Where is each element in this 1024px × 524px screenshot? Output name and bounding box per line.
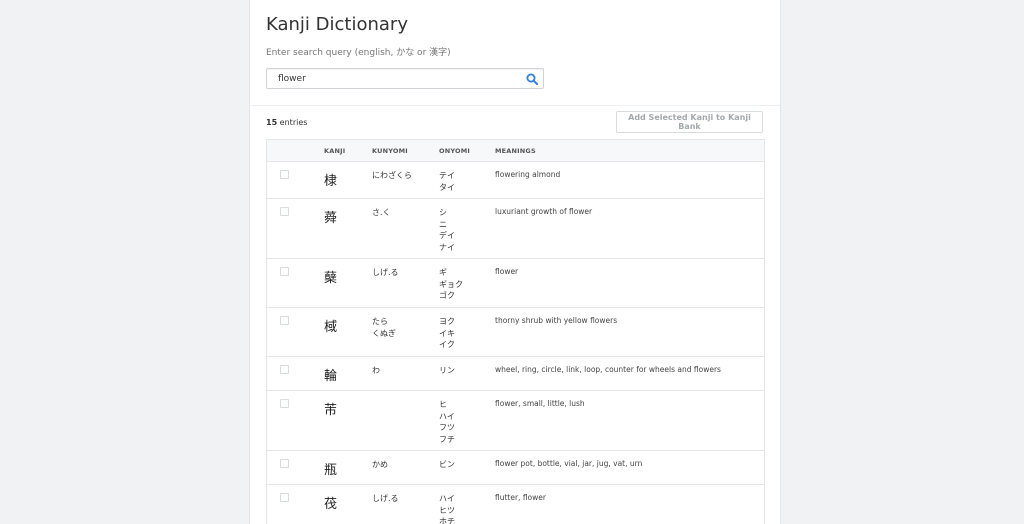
meanings-cell: flutter, flower (495, 493, 546, 502)
onyomi-cell: ヨク イキ イク (439, 316, 455, 351)
section-divider (250, 105, 780, 106)
table-row[interactable]: 茷 しげ.る ハイヒツホチ flutter, flower (267, 485, 764, 524)
search-hint: Enter search query (english, かな or 漢字) (266, 48, 451, 58)
kunyomi-reading: わ (372, 366, 380, 375)
table-header: KANJI KUNYOMI ONYOMI MEANINGS (267, 140, 764, 162)
search-box (266, 68, 544, 89)
entries-label: entries (277, 118, 308, 127)
column-header-onyomi[interactable]: ONYOMI (439, 147, 470, 155)
onyomi-reading: タイ (439, 182, 455, 192)
table-row[interactable]: 棫 たらくぬぎ ヨクイキイク thorny shrub with yellow flo… (267, 308, 764, 357)
meanings-cell: wheel, ring, circle, link, loop, counter… (495, 365, 721, 374)
kunyomi-reading: さ.く (372, 208, 391, 217)
onyomi-reading: シ (439, 208, 447, 217)
table-row[interactable]: 蘖 しげ.る ギギョクゴク flower (267, 259, 764, 308)
column-header-meanings[interactable]: MEANINGS (495, 147, 536, 155)
onyomi-reading: フツ (439, 423, 455, 432)
add-to-kanji-bank-button[interactable]: Add Selected Kanji to Kanji Bank (616, 111, 763, 133)
table-row[interactable]: 棣 にわざくら テイタイ flowering almond (267, 162, 764, 199)
kunyomi-reading: にわざくら (372, 171, 412, 180)
onyomi-reading: イキ (439, 328, 455, 338)
kunyomi-reading: しげ.る (372, 494, 399, 503)
kunyomi-reading: たら (372, 317, 388, 326)
kanji-character[interactable]: 芾 (324, 399, 337, 418)
table-row[interactable]: 瓶 かめ ビン flower pot, bottle, vial, jar, jug,… (267, 451, 764, 485)
onyomi-cell: ヒハイ フツ フチ (439, 399, 455, 445)
kunyomi-cell: にわざくら (372, 170, 412, 182)
kunyomi-cell: さ.く (372, 207, 391, 219)
kanji-character[interactable]: 蕣 (324, 207, 337, 226)
meanings-cell: flowering almond (495, 170, 561, 179)
onyomi-reading: デイ (439, 231, 455, 240)
search-input[interactable] (267, 69, 517, 88)
row-select-checkbox[interactable] (280, 207, 289, 216)
kanji-character[interactable]: 瓶 (324, 459, 337, 478)
table-row[interactable]: 芾 ヒハイフツフチ flower, small, little, lush (267, 391, 764, 451)
entries-count: 15 entries (266, 118, 307, 127)
meanings-cell: flower (495, 267, 519, 276)
onyomi-reading: ゴク (439, 291, 455, 300)
onyomi-reading: ハイ (439, 494, 455, 503)
kanji-character[interactable]: 輪 (324, 365, 337, 384)
onyomi-reading: フチ (439, 434, 455, 444)
kunyomi-reading: しげ.る (372, 268, 399, 277)
onyomi-cell: ハイ ヒツ ホチ (439, 493, 455, 524)
onyomi-reading: ヨク (439, 317, 455, 326)
row-select-checkbox[interactable] (280, 399, 289, 408)
meanings-cell: luxuriant growth of flower (495, 207, 593, 216)
search-button[interactable] (524, 71, 540, 87)
row-select-checkbox[interactable] (280, 267, 289, 276)
onyomi-reading: ヒツ (439, 505, 455, 515)
onyomi-reading: リン (439, 366, 455, 375)
onyomi-reading: ナイ (439, 242, 455, 252)
kanji-character[interactable]: 蘖 (324, 267, 337, 286)
onyomi-reading: ヒ (439, 400, 447, 409)
onyomi-cell: リン (439, 365, 455, 377)
entries-number: 15 (266, 118, 278, 127)
table-row[interactable]: 蕣 さ.く シニデイナイ luxuriant growth of flower (267, 199, 764, 259)
page-title: Kanji Dictionary (266, 14, 408, 35)
meanings-cell: flower pot, bottle, vial, jar, jug, vat,… (495, 459, 643, 468)
onyomi-cell: テイ タイ (439, 170, 455, 193)
row-select-checkbox[interactable] (280, 170, 289, 179)
kunyomi-cell: かめ (372, 459, 388, 471)
meanings-cell: thorny shrub with yellow flowers (495, 316, 618, 325)
column-header-kanji[interactable]: KANJI (324, 147, 345, 155)
column-header-kunyomi[interactable]: KUNYOMI (372, 147, 408, 155)
dictionary-panel: Kanji Dictionary Enter search query (eng… (249, 0, 781, 524)
kunyomi-cell: しげ.る (372, 267, 399, 279)
row-select-checkbox[interactable] (280, 316, 289, 325)
onyomi-reading: ニ (439, 219, 447, 229)
kunyomi-reading: くぬぎ (372, 328, 396, 338)
meanings-cell: flower, small, little, lush (495, 399, 585, 408)
onyomi-reading: ホチ (439, 517, 455, 524)
kanji-character[interactable]: 棣 (324, 170, 337, 189)
row-select-checkbox[interactable] (280, 365, 289, 374)
kanji-character[interactable]: 棫 (324, 316, 337, 335)
onyomi-reading: ギ (439, 268, 447, 277)
onyomi-reading: ハイ (439, 411, 455, 421)
onyomi-cell: ビン (439, 459, 455, 471)
onyomi-reading: ギョク (439, 279, 463, 289)
table-row[interactable]: 輪 わ リン wheel, ring, circle, link, loop, cou… (267, 357, 764, 391)
onyomi-cell: シニデイ ナイ (439, 207, 455, 253)
kanji-character[interactable]: 茷 (324, 493, 337, 512)
results-table: KANJI KUNYOMI ONYOMI MEANINGS 棣 にわざくら テイタイ… (266, 139, 765, 524)
kunyomi-cell: たら くぬぎ (372, 316, 396, 339)
onyomi-reading: テイ (439, 171, 455, 180)
onyomi-cell: ギギョク ゴク (439, 267, 463, 302)
kunyomi-cell: わ (372, 365, 380, 377)
onyomi-reading: イク (439, 340, 455, 349)
kunyomi-cell: しげ.る (372, 493, 399, 505)
row-select-checkbox[interactable] (280, 459, 289, 468)
search-icon (526, 73, 538, 85)
kunyomi-reading: かめ (372, 460, 388, 469)
row-select-checkbox[interactable] (280, 493, 289, 502)
onyomi-reading: ビン (439, 460, 455, 469)
table-body: 棣 にわざくら テイタイ flowering almond 蕣 さ.く シニデイナイ luxu… (267, 162, 764, 524)
